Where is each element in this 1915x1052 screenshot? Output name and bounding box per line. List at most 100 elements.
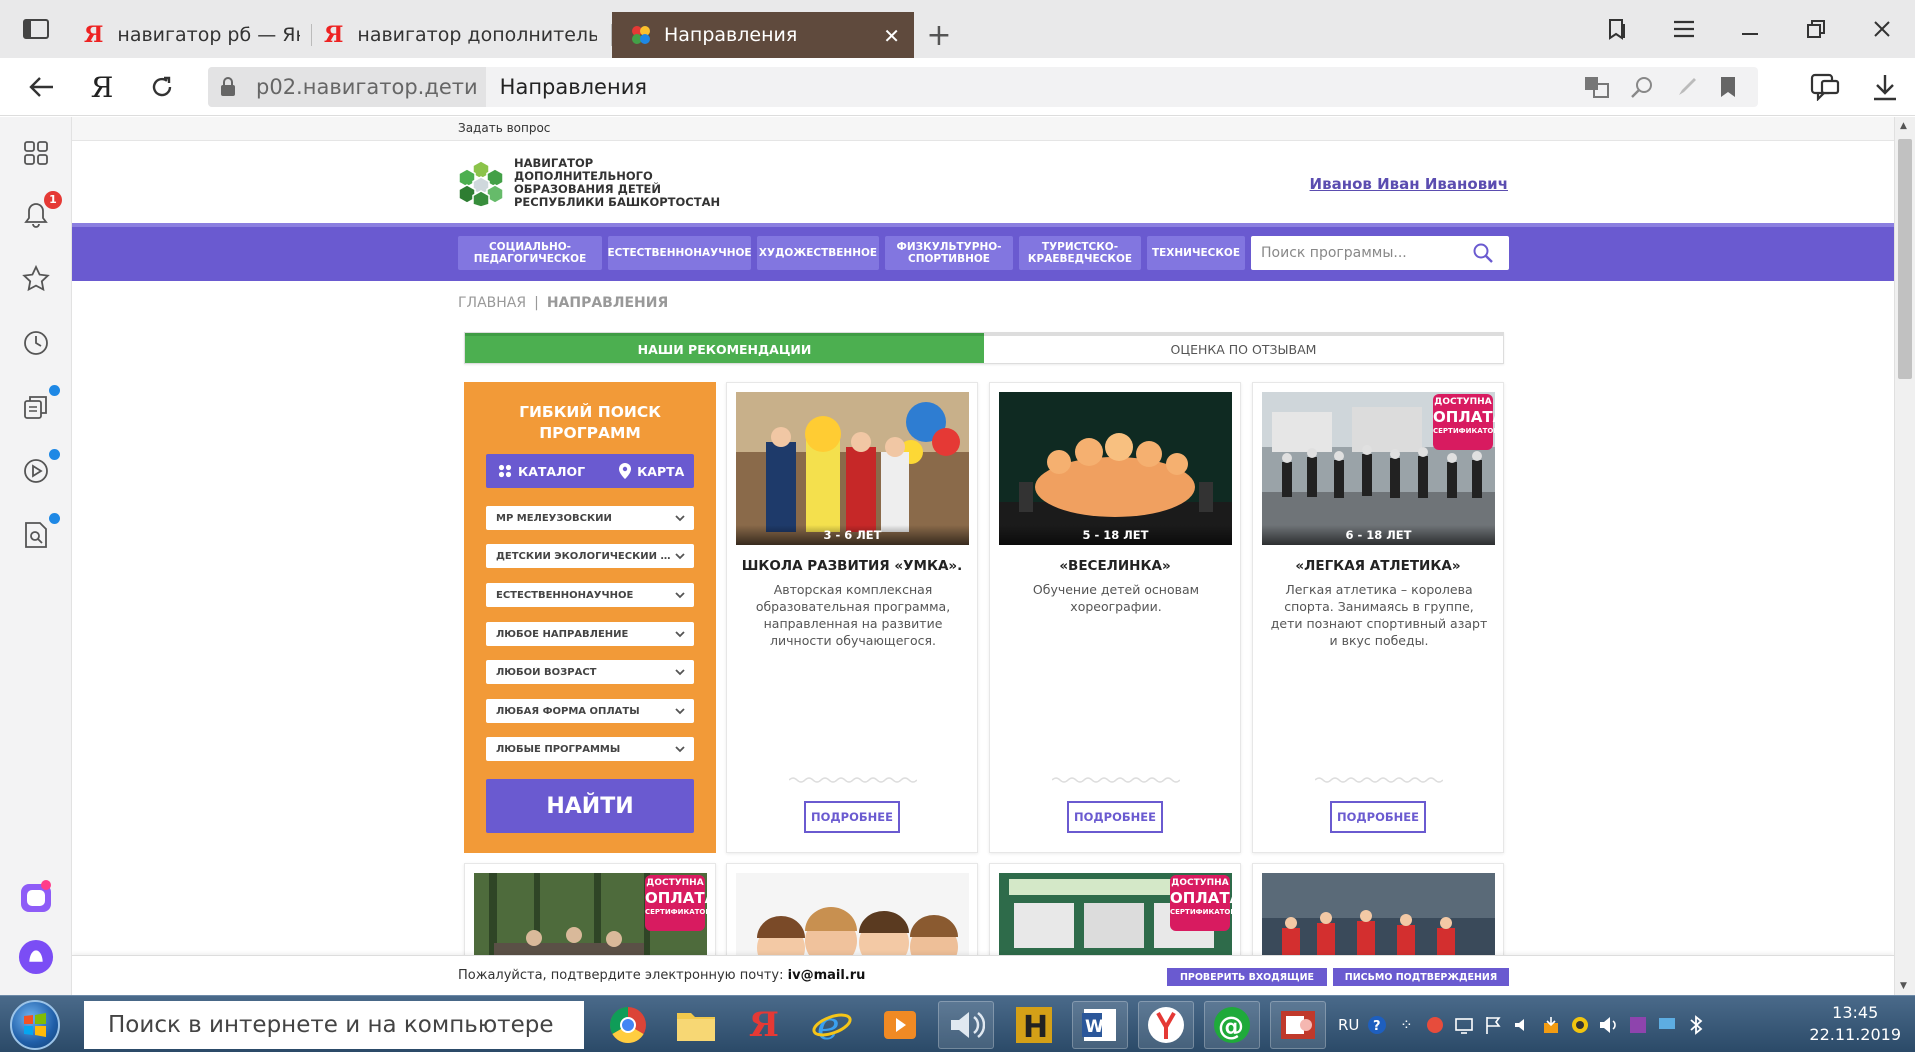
system-clock[interactable]: 13:45 22.11.2019 [1809,1002,1901,1046]
omnibox[interactable]: p02.навигатор.дети Направления [208,67,1758,107]
bookmarks-panel-icon[interactable] [1585,0,1651,58]
scroll-down-arrow-icon[interactable]: ▼ [1900,981,1907,991]
catalog-button[interactable]: КАТАЛОГ [498,464,585,479]
scroll-up-arrow-icon[interactable]: ▲ [1900,121,1907,131]
minimize-icon[interactable] [1717,0,1783,58]
sidebar-toggle-icon[interactable] [0,0,72,58]
back-button[interactable] [16,58,68,116]
apps-grid-icon[interactable] [18,135,54,171]
antivirus-icon[interactable] [1424,1014,1446,1036]
yandex-browser-icon[interactable]: Я [736,1001,792,1049]
details-button[interactable]: ПОДРОБНЕЕ [1330,801,1426,833]
user-profile-link[interactable]: Иванов Иван Иванович [1310,175,1508,193]
find-button[interactable]: НАЙТИ [486,779,694,833]
updates-icon[interactable] [1540,1014,1562,1036]
program-search-input[interactable] [1251,245,1466,261]
presentation-app-icon[interactable] [1270,1001,1326,1049]
program-title[interactable]: «ЛЕГКАЯ АТЛЕТИКА» [1253,558,1503,574]
internet-explorer-icon[interactable]: e [804,1001,860,1049]
star-icon[interactable] [18,261,54,297]
speaker-small-icon[interactable] [1511,1014,1533,1036]
pen-input-icon[interactable] [1627,1014,1649,1036]
program-card[interactable]: 3 - 6 ЛЕТ ШКОЛА РАЗВИТИЯ «УМКА». Авторск… [726,382,978,853]
norton-icon[interactable] [1569,1014,1591,1036]
details-button[interactable]: ПОДРОБНЕЕ [1067,801,1163,833]
select-district[interactable]: МР МЕЛЕУЗОВСКИЙ [486,506,694,530]
program-photo[interactable]: 6 - 18 ЛЕТ ДОСТУПНА ОПЛАТА СЕРТИФИКАТОМ [1262,392,1495,545]
network-icon[interactable] [1453,1014,1475,1036]
messenger-icon[interactable] [18,879,54,915]
new-tab-button[interactable]: + [914,12,964,58]
search-icon[interactable] [1472,242,1494,264]
tray-dots-icon[interactable]: ⁘ [1395,1014,1417,1036]
start-button[interactable] [10,1000,60,1050]
breadcrumb-home[interactable]: ГЛАВНАЯ [458,295,526,311]
taskbar-search[interactable]: Поиск в интернете и на компьютере [84,1001,584,1049]
close-window-icon[interactable] [1849,0,1915,58]
collections-icon[interactable] [1795,58,1855,116]
site-logo[interactable]: НАВИГАТОР ДОПОЛНИТЕЛЬНОГО ОБРАЗОВАНИЯ ДЕ… [456,157,734,209]
language-indicator[interactable]: RU [1338,1016,1359,1034]
video-play-icon[interactable] [18,449,60,489]
select-direction[interactable]: ЕСТЕСТВЕННОНАУЧНОЕ [486,583,694,607]
program-title[interactable]: ШКОЛА РАЗВИТИЯ «УМКА». [727,558,977,574]
browser-tab-active[interactable]: Направления ✕ [612,12,914,58]
resend-confirmation-button[interactable]: ПИСЬМО ПОДТВЕРЖДЕНИЯ [1333,968,1509,986]
reader-search-icon[interactable] [1630,75,1654,99]
menu-socio-pedagogical[interactable]: СОЦИАЛЬНО-ПЕДАГОГИЧЕСКОЕ [458,236,602,270]
select-programs[interactable]: ЛЮБЫЕ ПРОГРАММЫ [486,737,694,761]
flag-icon[interactable] [1482,1014,1504,1036]
menu-artistic[interactable]: ХУДОЖЕСТВЕННОЕ [757,236,879,270]
select-age[interactable]: ЛЮБОЙ ВОЗРАСТ [486,660,694,684]
history-clock-icon[interactable] [18,325,54,361]
mail-agent-icon[interactable]: @ [1204,1001,1260,1049]
yandex-home-icon[interactable]: Я [76,58,128,116]
tab-rating-by-reviews[interactable]: ОЦЕНКА ПО ОТЗЫВАМ [984,333,1503,363]
browser-tab-2[interactable]: Я навигатор дополнительного [312,12,612,58]
media-player-icon[interactable] [872,1001,928,1049]
menu-natural-science[interactable]: ЕСТЕСТВЕННОНАУЧНОЕ [607,236,752,270]
page-scrollbar[interactable]: ▲ ▼ [1894,117,1915,995]
program-photo[interactable]: 3 - 6 ЛЕТ [736,392,969,545]
menu-technical[interactable]: ТЕХНИЧЕСКОЕ [1147,236,1245,270]
volume-icon[interactable] [1598,1014,1620,1036]
protect-icon[interactable] [1674,75,1698,99]
close-tab-icon[interactable]: ✕ [883,24,900,48]
program-photo[interactable]: 5 - 18 ЛЕТ [999,392,1232,545]
search-doc-icon[interactable] [18,513,60,553]
h-app-icon[interactable]: H [1006,1001,1062,1049]
ask-question-link[interactable]: Задать вопрос [458,121,550,135]
tab-recommendations[interactable]: НАШИ РЕКОМЕНДАЦИИ [465,333,984,363]
menu-sports[interactable]: ФИЗКУЛЬТУРНО-СПОРТИВНОЕ [885,236,1013,270]
alice-assistant-icon[interactable] [18,939,54,975]
bookmark-icon[interactable] [1718,75,1738,99]
notifications-icon[interactable]: 1 [18,191,62,233]
program-title[interactable]: «ВЕСЕЛИНКА» [990,558,1240,574]
word-icon[interactable]: W [1072,1001,1128,1049]
chrome-icon[interactable] [600,1001,656,1049]
select-subdirection[interactable]: ЛЮБОЕ НАПРАВЛЕНИЕ [486,622,694,646]
scrollbar-thumb[interactable] [1898,139,1912,379]
select-organization[interactable]: ДЕТСКИЙ ЭКОЛОГИЧЕСКИЙ ЦЕНТР [486,544,694,568]
check-inbox-button[interactable]: ПРОВЕРИТЬ ВХОДЯЩИЕ [1167,968,1327,986]
downloads-icon[interactable] [1855,58,1915,116]
bluetooth-icon[interactable] [1685,1014,1707,1036]
details-button[interactable]: ПОДРОБНЕЕ [804,801,900,833]
program-card[interactable]: 6 - 18 ЛЕТ ДОСТУПНА ОПЛАТА СЕРТИФИКАТОМ … [1252,382,1504,853]
help-icon[interactable]: ? [1366,1014,1388,1036]
reload-button[interactable] [136,58,188,116]
zen-feed-icon[interactable] [18,385,60,425]
select-payment[interactable]: ЛЮБАЯ ФОРМА ОПЛАТЫ [486,699,694,723]
translate-icon[interactable] [1584,75,1610,99]
volume-app-icon[interactable] [938,1001,994,1049]
lock-icon[interactable] [208,67,248,107]
menu-tourism[interactable]: ТУРИСТСКО-КРАЕВЕДЧЕСКОЕ [1019,236,1141,270]
map-button[interactable]: КАРТА [619,463,684,479]
display-icon[interactable] [1656,1014,1678,1036]
menu-icon[interactable] [1651,0,1717,58]
restore-icon[interactable] [1783,0,1849,58]
yandex-y-icon[interactable] [1138,1001,1194,1049]
explorer-folder-icon[interactable] [668,1001,724,1049]
program-card[interactable]: 5 - 18 ЛЕТ «ВЕСЕЛИНКА» Обучение детей ос… [989,382,1241,853]
browser-tab-1[interactable]: Я навигатор рб — Яндекс: на [72,12,312,58]
